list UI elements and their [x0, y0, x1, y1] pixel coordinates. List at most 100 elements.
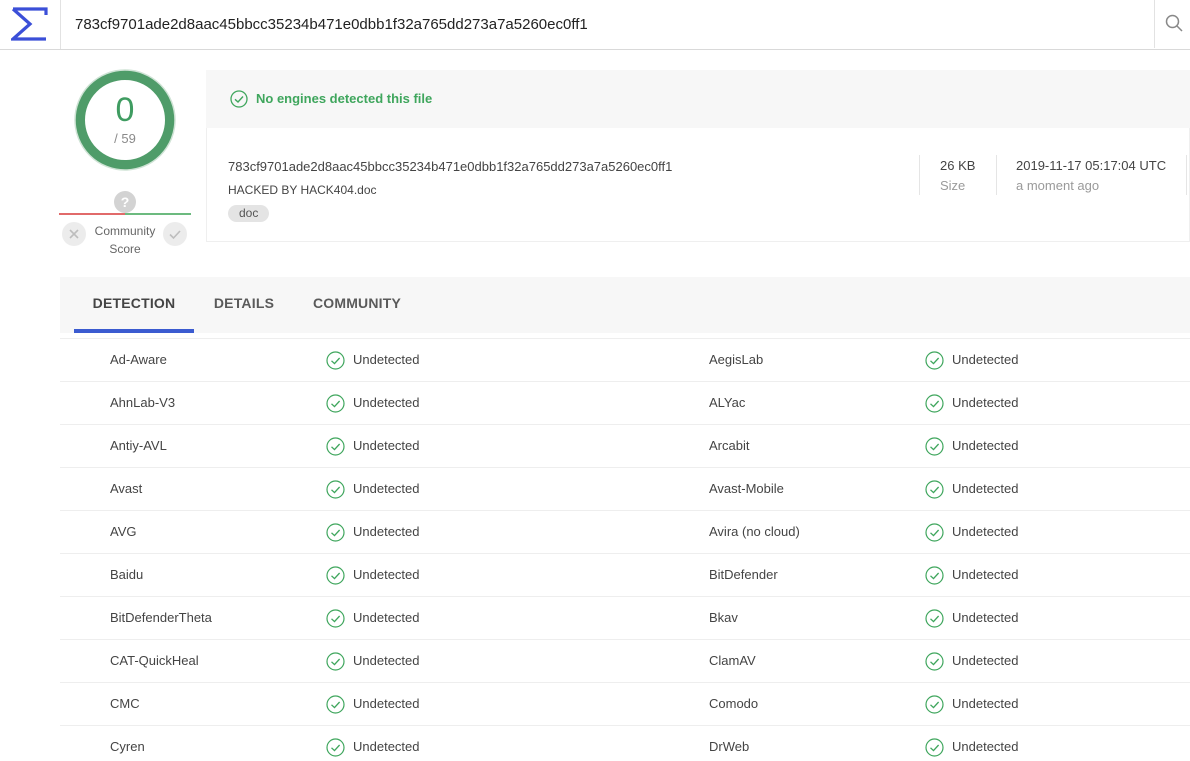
engine-name: CMC — [110, 696, 140, 711]
engine-name: Avast — [110, 481, 143, 496]
detection-count: 0 — [115, 91, 135, 129]
detection-result-label: Undetected — [353, 739, 420, 754]
detection-result-label: Undetected — [353, 567, 420, 582]
logo[interactable] — [0, 0, 61, 49]
table-row: AVG Undetected Avira (no cloud) Undetected — [60, 511, 1190, 554]
detection-result-label: Undetected — [353, 352, 420, 367]
check-circle-icon — [925, 738, 944, 757]
file-info-card: 783cf9701ade2d8aac45bbcc35234b471e0dbb1f… — [206, 128, 1190, 242]
check-circle-icon — [925, 351, 944, 370]
engine-name: Comodo — [709, 696, 759, 711]
detection-result-label: Undetected — [353, 653, 420, 668]
divider — [1186, 155, 1187, 195]
table-row: Ad-Aware Undetected AegisLab Undetected — [60, 339, 1190, 382]
tab-bar: DETECTION DETAILS COMMUNITY — [60, 277, 1190, 333]
check-circle-icon — [925, 394, 944, 413]
detection-result-label: Undetected — [952, 610, 1019, 625]
table-row: CMC Undetected Comodo Undetected — [60, 683, 1190, 726]
table-row: Antiy-AVL Undetected Arcabit Undetected — [60, 425, 1190, 468]
tab-details[interactable]: DETAILS — [200, 277, 288, 333]
check-circle-icon — [925, 480, 944, 499]
tab-detection[interactable]: DETECTION — [74, 277, 194, 333]
engine-name: AVG — [110, 524, 137, 539]
engine-name: CAT-QuickHeal — [110, 653, 199, 668]
engine-name: ClamAV — [709, 653, 756, 668]
check-circle-icon — [230, 90, 248, 108]
check-circle-icon — [925, 437, 944, 456]
engine-name: Antiy-AVL — [110, 438, 167, 453]
table-row: BitDefenderTheta Undetected Bkav Undetected — [60, 597, 1190, 640]
engine-name: AhnLab-V3 — [110, 395, 176, 410]
table-row: Baidu Undetected BitDefender Undetected — [60, 554, 1190, 597]
check-circle-icon — [326, 351, 345, 370]
scan-date-relative: a moment ago — [1016, 178, 1100, 193]
file-size-label: Size — [940, 178, 966, 193]
check-circle-icon — [925, 523, 944, 542]
file-type-tag[interactable]: doc — [228, 205, 270, 222]
file-hash[interactable]: 783cf9701ade2d8aac45bbcc35234b471e0dbb1f… — [228, 159, 672, 174]
check-circle-icon — [925, 695, 944, 714]
engine-name: Avast-Mobile — [709, 481, 784, 496]
question-icon: ? — [114, 191, 136, 213]
close-icon — [69, 229, 79, 239]
search-icon — [1165, 14, 1183, 32]
engine-total: / 59 — [114, 131, 136, 146]
check-circle-icon — [326, 738, 345, 757]
detection-result-label: Undetected — [353, 481, 420, 496]
check-circle-icon — [326, 695, 345, 714]
engine-name: Bkav — [709, 610, 738, 625]
divider — [996, 155, 997, 195]
engine-name: DrWeb — [709, 739, 750, 754]
check-circle-icon — [326, 609, 345, 628]
detection-result-label: Undetected — [353, 696, 420, 711]
top-bar — [0, 0, 1190, 50]
engine-name: BitDefender — [709, 567, 778, 582]
engine-name: Cyren — [110, 739, 145, 754]
scan-date-value: 2019-11-17 05:17:04 UTC — [1016, 158, 1167, 173]
search-input[interactable] — [61, 0, 1153, 48]
detection-result-label: Undetected — [952, 696, 1019, 711]
detection-result-label: Undetected — [952, 567, 1019, 582]
detection-summary-banner: No engines detected this file — [206, 70, 1190, 128]
file-name: HACKED BY HACK404.doc — [228, 183, 377, 197]
summary-message: No engines detected this file — [256, 91, 433, 106]
detection-table: Ad-Aware Undetected AegisLab Undetected AhnL… — [60, 338, 1190, 761]
detection-result-label: Undetected — [353, 610, 420, 625]
detection-result-label: Undetected — [952, 739, 1019, 754]
detection-result-label: Undetected — [353, 395, 420, 410]
engine-name: Baidu — [110, 567, 144, 582]
check-circle-icon — [326, 394, 345, 413]
check-circle-icon — [925, 609, 944, 628]
vote-down-button[interactable] — [62, 222, 86, 246]
community-score-label: Community Score — [90, 222, 160, 258]
community-score-label-line2: Score — [109, 242, 141, 256]
engine-name: ALYac — [709, 395, 746, 410]
sigma-logo-icon — [11, 7, 48, 41]
search-button[interactable] — [1154, 0, 1190, 48]
table-row: Avast Undetected Avast-Mobile Undetected — [60, 468, 1190, 511]
check-circle-icon — [925, 652, 944, 671]
detection-result-label: Undetected — [952, 438, 1019, 453]
engine-name: AegisLab — [709, 352, 764, 367]
community-bar-negative — [59, 213, 125, 215]
detection-result-label: Undetected — [952, 395, 1019, 410]
detection-result-label: Undetected — [952, 352, 1019, 367]
table-row: AhnLab-V3 Undetected ALYac Undetected — [60, 382, 1190, 425]
check-circle-icon — [326, 566, 345, 585]
community-bar-positive — [125, 213, 191, 215]
check-circle-icon — [326, 437, 345, 456]
community-score-label-line1: Community — [94, 224, 156, 238]
table-row: CAT-QuickHeal Undetected ClamAV Undetected — [60, 640, 1190, 683]
detection-result-label: Undetected — [952, 524, 1019, 539]
detection-result-label: Undetected — [952, 481, 1019, 496]
detection-result-label: Undetected — [353, 438, 420, 453]
vote-up-button[interactable] — [163, 222, 187, 246]
check-icon — [169, 230, 181, 240]
engine-name: BitDefenderTheta — [110, 610, 212, 625]
tab-community[interactable]: COMMUNITY — [300, 277, 414, 333]
check-circle-icon — [326, 523, 345, 542]
engine-name: Avira (no cloud) — [709, 524, 800, 539]
check-circle-icon — [326, 652, 345, 671]
table-row: Cyren Undetected DrWeb Undetected — [60, 726, 1190, 761]
divider — [919, 155, 920, 195]
